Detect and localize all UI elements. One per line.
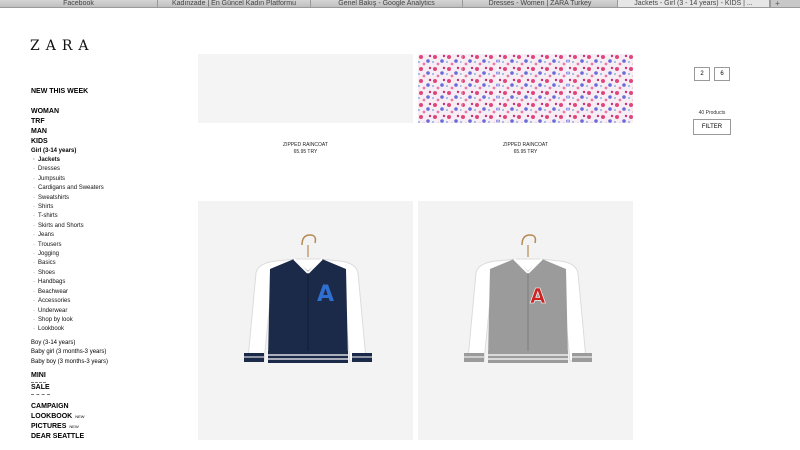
nav-new-this-week[interactable]: NEW THIS WEEK: [31, 87, 181, 97]
product-card[interactable]: [198, 54, 413, 123]
nav-girl-lookbook[interactable]: Lookbook: [31, 325, 181, 335]
product-info: ZIPPED RAINCOAT 65.95 TRY: [418, 142, 633, 156]
product-info: ZIPPED RAINCOAT 65.95 TRY: [198, 142, 413, 156]
jacket-patch-letter: A: [530, 284, 546, 308]
nav-baby-boy[interactable]: Baby boy (3 months-3 years): [31, 358, 181, 368]
tab-label: Dresses - Women | ZARA Turkey: [488, 0, 592, 7]
tab-label: Genel Bakış - Google Analytics: [338, 0, 435, 7]
tab-zara-jackets[interactable]: Jackets - Girl (3 - 14 years) - KIDS | .…: [618, 0, 770, 7]
nav-sale[interactable]: SALE: [31, 383, 181, 396]
product-card[interactable]: [418, 54, 633, 123]
nav-trf[interactable]: TRF: [31, 117, 181, 127]
pagination: 2 6: [694, 67, 730, 81]
nav-pictures-label: PICTURES: [31, 423, 67, 431]
product-name[interactable]: ZIPPED RAINCOAT: [418, 142, 633, 149]
new-tag: NEW: [69, 424, 79, 430]
nav-girl-sweatshirts[interactable]: Sweatshirts: [31, 194, 181, 204]
nav-girl-shirts[interactable]: Shirts: [31, 203, 181, 213]
product-card[interactable]: A: [198, 201, 413, 440]
nav-girl[interactable]: Girl (3-14 years): [31, 147, 181, 156]
nav-kids[interactable]: KIDS: [31, 137, 181, 147]
tab-google-analytics[interactable]: Genel Bakış - Google Analytics: [311, 0, 463, 7]
nav-girl-accessories[interactable]: Accessories: [31, 297, 181, 307]
tab-label: Facebook: [63, 0, 94, 7]
nav-girl-jumpsuits[interactable]: Jumpsuits: [31, 175, 181, 185]
nav-girl-trousers[interactable]: Trousers: [31, 241, 181, 251]
page-2-button[interactable]: 2: [694, 67, 710, 81]
tab-facebook[interactable]: Facebook: [0, 0, 158, 7]
product-image[interactable]: [198, 54, 413, 123]
nav-man[interactable]: MAN: [31, 127, 181, 137]
nav-girl-jogging[interactable]: Jogging: [31, 250, 181, 260]
floral-raincoat-image: [418, 54, 633, 123]
nav-dear-seattle[interactable]: DEAR SEATTLE: [31, 432, 181, 442]
nav-girl-shoes[interactable]: Shoes: [31, 269, 181, 279]
jacket-patch-letter: A: [317, 282, 334, 307]
tab-label: Kadınzade | En Güncel Kadın Platformu: [171, 0, 296, 7]
tab-label: Jackets - Girl (3 - 14 years) - KIDS | .…: [634, 0, 753, 7]
nav-girl-dresses[interactable]: Dresses: [31, 165, 181, 175]
product-name[interactable]: ZIPPED RAINCOAT: [198, 142, 413, 149]
nav-girl-skirts-shorts[interactable]: Skirts and Shorts: [31, 222, 181, 232]
new-tab-button[interactable]: +: [770, 0, 784, 7]
page-6-button[interactable]: 6: [714, 67, 730, 81]
product-count: 40 Products: [698, 110, 726, 116]
zara-logo[interactable]: ZARA: [30, 38, 95, 54]
tab-kadinzade[interactable]: Kadınzade | En Güncel Kadın Platformu: [158, 0, 311, 7]
product-price: 65.95 TRY: [293, 149, 318, 155]
tab-zara-dresses[interactable]: Dresses - Women | ZARA Turkey: [463, 0, 618, 7]
nav-lookbook-label: LOOKBOOK: [31, 413, 73, 421]
filter-button[interactable]: FILTER: [693, 119, 731, 135]
nav-woman[interactable]: WOMAN: [31, 107, 181, 117]
nav-campaign[interactable]: CAMPAIGN: [31, 402, 181, 412]
nav-girl-jeans[interactable]: Jeans: [31, 231, 181, 241]
product-image[interactable]: A: [418, 201, 633, 440]
nav-girl-underwear[interactable]: Underwear: [31, 307, 181, 317]
nav-girl-shop-by-look[interactable]: Shop by look: [31, 316, 181, 326]
nav-lookbook[interactable]: LOOKBOOK NEW: [31, 412, 181, 422]
nav-girl-cardigans[interactable]: Cardigans and Sweaters: [31, 184, 181, 194]
new-tag: NEW: [75, 414, 85, 420]
nav-girl-jackets[interactable]: Jackets: [31, 156, 181, 166]
nav-mini[interactable]: MINI: [31, 371, 181, 384]
nav-mini-label: MINI: [31, 371, 46, 384]
product-image[interactable]: A: [198, 201, 413, 440]
product-price: 65.95 TRY: [513, 149, 538, 155]
nav-girl-beachwear[interactable]: Beachwear: [31, 288, 181, 298]
grey-varsity-jacket-image: A: [464, 234, 592, 363]
nav-pictures[interactable]: PICTURES NEW: [31, 422, 181, 432]
nav-girl-tshirts[interactable]: T-shirts: [31, 212, 181, 222]
navy-varsity-jacket-image: A: [244, 234, 372, 363]
product-image[interactable]: [418, 54, 633, 123]
nav-baby-girl[interactable]: Baby girl (3 months-3 years): [31, 348, 181, 358]
nav-girl-handbags[interactable]: Handbags: [31, 278, 181, 288]
nav-girl-basics[interactable]: Basics: [31, 259, 181, 269]
nav-sale-label: SALE: [31, 383, 50, 396]
browser-tab-bar: Facebook Kadınzade | En Güncel Kadın Pla…: [0, 0, 800, 8]
nav-boy[interactable]: Boy (3-14 years): [31, 339, 181, 349]
product-card[interactable]: A: [418, 201, 633, 440]
sidebar-nav: NEW THIS WEEK WOMAN TRF MAN KIDS Girl (3…: [31, 87, 181, 442]
